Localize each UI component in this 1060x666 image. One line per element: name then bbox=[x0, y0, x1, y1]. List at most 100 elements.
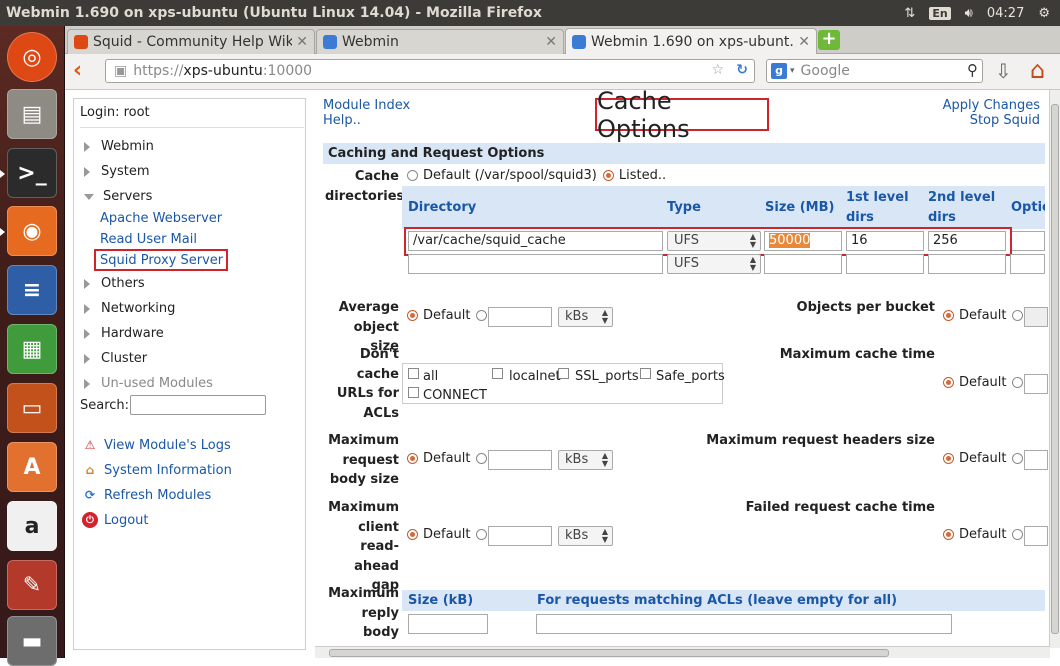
obj-bucket-input[interactable] bbox=[1024, 307, 1048, 327]
cache-dir-type-select-2[interactable]: UFS ▲ ▼ bbox=[667, 254, 761, 274]
cache-dir-options-input[interactable] bbox=[1010, 231, 1045, 251]
max-req-body-unit-select[interactable]: kBs ▲ ▼ bbox=[558, 450, 613, 470]
help-link[interactable]: Help.. bbox=[323, 113, 361, 128]
power-gear-icon[interactable]: ⚙ bbox=[1038, 6, 1050, 21]
close-tab-icon[interactable]: ✕ bbox=[798, 34, 810, 50]
category-unused-modules[interactable]: Un-used Modules bbox=[84, 376, 213, 391]
max-req-body-default-radio[interactable] bbox=[407, 453, 418, 464]
cache-dir-options-input-2[interactable] bbox=[1010, 254, 1045, 274]
home-icon[interactable]: ⌂ bbox=[1030, 56, 1045, 84]
tab-webmin[interactable]: Webmin ✕ bbox=[316, 29, 564, 54]
acl-safe-ports-checkbox[interactable] bbox=[640, 368, 651, 379]
max-req-headers-custom-radio[interactable] bbox=[1011, 453, 1023, 464]
failed-req-input[interactable] bbox=[1024, 526, 1048, 546]
impress-icon[interactable]: ▭ bbox=[7, 383, 57, 433]
reply-acls-input[interactable] bbox=[536, 614, 952, 634]
system-settings-icon[interactable]: ✎ bbox=[7, 560, 57, 610]
disk-icon[interactable]: ▬ bbox=[7, 616, 57, 666]
writer-icon[interactable]: ≡ bbox=[7, 265, 57, 315]
tab-webmin-active[interactable]: Webmin 1.690 on xps-ubunt… ✕ bbox=[565, 28, 817, 54]
acl-connect[interactable]: CONNECT bbox=[408, 385, 487, 403]
tab-squid-wiki[interactable]: Squid - Community Help Wiki ✕ bbox=[67, 29, 315, 54]
avg-obj-custom-radio[interactable] bbox=[475, 310, 487, 321]
avg-obj-unit-select[interactable]: kBs ▲ ▼ bbox=[558, 307, 613, 327]
search-bar[interactable]: g ▾ Google ⚲ bbox=[766, 59, 983, 83]
cache-dirs-default-radio[interactable] bbox=[407, 170, 418, 181]
acl-safe-ports[interactable]: Safe_ports bbox=[640, 366, 725, 384]
logout-link[interactable]: ⏻ Logout bbox=[82, 512, 149, 528]
close-tab-icon[interactable]: ✕ bbox=[296, 34, 308, 50]
reply-size-input[interactable] bbox=[408, 614, 488, 634]
category-networking[interactable]: Networking bbox=[84, 301, 175, 316]
acl-connect-checkbox[interactable] bbox=[408, 387, 419, 398]
google-icon[interactable]: g bbox=[771, 63, 787, 79]
keyboard-layout-indicator[interactable]: En bbox=[929, 6, 951, 20]
module-index-link[interactable]: Module Index bbox=[323, 98, 410, 113]
acl-all[interactable]: all bbox=[408, 366, 438, 384]
max-cache-time-custom-radio[interactable] bbox=[1011, 377, 1023, 388]
cache-dir-l2-input-2[interactable] bbox=[928, 254, 1006, 274]
module-apache-webserver[interactable]: Apache Webserver bbox=[100, 211, 222, 226]
amazon-icon[interactable]: a bbox=[7, 501, 57, 551]
acl-ssl-ports-checkbox[interactable] bbox=[558, 368, 569, 379]
apply-changes-link[interactable]: Apply Changes bbox=[943, 98, 1040, 113]
cache-dirs-listed-radio[interactable] bbox=[602, 170, 614, 181]
reload-icon[interactable]: ↻ bbox=[736, 62, 748, 78]
chevron-down-icon[interactable]: ▾ bbox=[790, 66, 795, 76]
max-req-body-custom-radio[interactable] bbox=[475, 453, 487, 464]
back-icon[interactable]: ‹ bbox=[73, 60, 82, 82]
close-tab-icon[interactable]: ✕ bbox=[545, 34, 557, 50]
module-search-input[interactable] bbox=[130, 395, 266, 415]
scroll-thumb[interactable] bbox=[1051, 104, 1059, 634]
max-req-headers-input[interactable] bbox=[1024, 450, 1048, 470]
max-readahead-unit-select[interactable]: kBs ▲ ▼ bbox=[558, 526, 613, 546]
category-others[interactable]: Others bbox=[84, 276, 145, 291]
max-req-headers-default-radio[interactable] bbox=[943, 453, 954, 464]
volume-icon[interactable]: 🔊︎ bbox=[965, 6, 973, 21]
max-cache-time-default-radio[interactable] bbox=[943, 377, 954, 388]
ubuntu-dash-icon[interactable]: ◎ bbox=[7, 32, 57, 82]
failed-req-custom-radio[interactable] bbox=[1011, 529, 1023, 540]
acl-localnet[interactable]: localnet bbox=[492, 366, 561, 384]
acl-localnet-checkbox[interactable] bbox=[492, 368, 503, 379]
url-bar[interactable]: ▣ https://xps-ubuntu:10000 ☆ ↻ bbox=[105, 59, 755, 83]
stop-squid-link[interactable]: Stop Squid bbox=[970, 113, 1040, 128]
acl-ssl-ports[interactable]: SSL_ports bbox=[558, 366, 639, 384]
obj-bucket-custom-radio[interactable] bbox=[1011, 310, 1023, 321]
clock[interactable]: 04:27 bbox=[987, 6, 1024, 21]
search-icon[interactable]: ⚲ bbox=[967, 61, 978, 79]
obj-bucket-default-radio[interactable] bbox=[943, 310, 954, 321]
vertical-scrollbar[interactable] bbox=[1049, 90, 1060, 648]
category-system[interactable]: System bbox=[84, 164, 149, 179]
firefox-icon[interactable]: ◉ bbox=[7, 206, 57, 256]
download-icon[interactable]: ⇩ bbox=[995, 59, 1012, 83]
cache-dir-l1-input-2[interactable] bbox=[846, 254, 924, 274]
scroll-thumb[interactable] bbox=[329, 649, 889, 657]
cache-dir-size-input-2[interactable] bbox=[764, 254, 842, 274]
max-cache-time-input[interactable] bbox=[1024, 374, 1048, 394]
category-hardware[interactable]: Hardware bbox=[84, 326, 164, 341]
module-read-user-mail[interactable]: Read User Mail bbox=[100, 232, 197, 247]
category-servers[interactable]: Servers bbox=[84, 189, 152, 204]
calc-icon[interactable]: ▦ bbox=[7, 324, 57, 374]
terminal-icon[interactable]: >_ bbox=[7, 148, 57, 198]
cache-dir-path-input-2[interactable] bbox=[408, 254, 663, 274]
max-readahead-default-radio[interactable] bbox=[407, 529, 418, 540]
network-icon[interactable]: ⇅ bbox=[904, 6, 915, 21]
new-tab-button[interactable]: + bbox=[818, 30, 840, 50]
max-req-body-input[interactable] bbox=[488, 450, 552, 470]
category-webmin[interactable]: Webmin bbox=[84, 139, 154, 154]
avg-obj-size-input[interactable] bbox=[488, 307, 552, 327]
system-information-link[interactable]: ⌂ System Information bbox=[82, 462, 232, 478]
category-cluster[interactable]: Cluster bbox=[84, 351, 147, 366]
max-readahead-input[interactable] bbox=[488, 526, 552, 546]
horizontal-scrollbar[interactable] bbox=[315, 646, 1050, 658]
view-module-logs-link[interactable]: ⚠ View Module's Logs bbox=[82, 437, 231, 453]
bookmark-star-icon[interactable]: ☆ bbox=[711, 62, 724, 78]
failed-req-default-radio[interactable] bbox=[943, 529, 954, 540]
files-icon[interactable]: ▤ bbox=[7, 89, 57, 139]
avg-obj-default-radio[interactable] bbox=[407, 310, 418, 321]
refresh-modules-link[interactable]: ⟳ Refresh Modules bbox=[82, 487, 211, 503]
acl-all-checkbox[interactable] bbox=[408, 368, 419, 379]
software-center-icon[interactable]: A bbox=[7, 442, 57, 492]
